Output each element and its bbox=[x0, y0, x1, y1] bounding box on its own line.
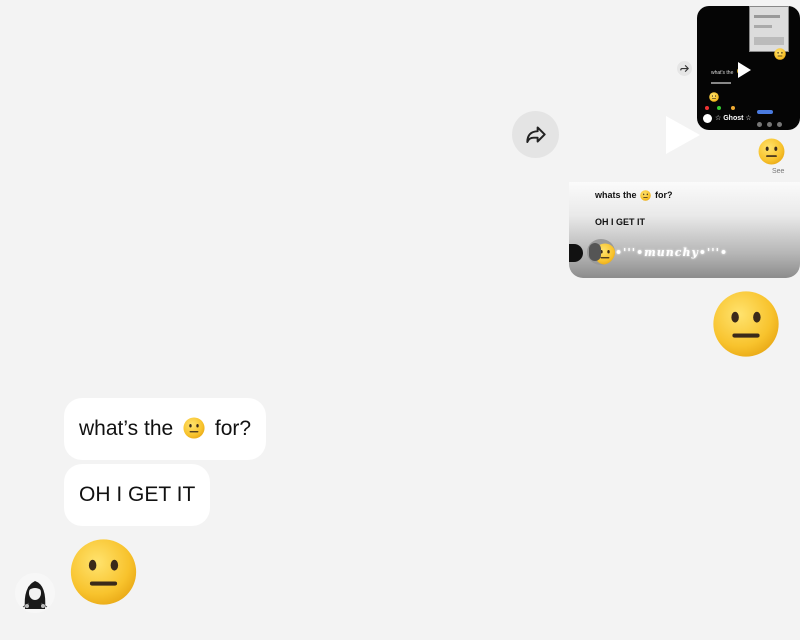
neutral-reaction-emoji[interactable] bbox=[758, 138, 785, 165]
neutral-emoji-icon bbox=[709, 92, 719, 102]
incoming-message-1[interactable]: what’s the for? bbox=[64, 398, 267, 460]
shared-reel-thumbnail[interactable]: what's the ☆ Ghost ☆ bbox=[697, 6, 800, 130]
preview-line1-prefix: whats the bbox=[595, 190, 637, 200]
reel-inset-screenshot bbox=[749, 6, 789, 52]
preview-avatar-edge bbox=[569, 244, 583, 262]
preview-line1-suffix: for? bbox=[655, 190, 673, 200]
preview-line2: OH I GET IT bbox=[595, 217, 646, 227]
share-button[interactable] bbox=[512, 111, 559, 158]
neutral-emoji-icon bbox=[640, 190, 651, 201]
preview-avatar bbox=[587, 239, 615, 265]
message-1-suffix: for? bbox=[214, 417, 252, 440]
reel-caption: what's the bbox=[711, 70, 734, 76]
incoming-message-2[interactable]: OH I GET IT bbox=[64, 464, 211, 526]
message-1-prefix: what’s the bbox=[79, 417, 174, 440]
neutral-face-emoji-message[interactable] bbox=[710, 290, 782, 358]
share-arrow-icon[interactable] bbox=[677, 61, 692, 76]
seen-label: See bbox=[772, 168, 785, 175]
neutral-emoji-icon bbox=[183, 417, 205, 439]
play-icon[interactable] bbox=[735, 60, 753, 80]
message-2-text: OH I GET IT bbox=[79, 483, 196, 506]
play-overlay-icon[interactable] bbox=[662, 114, 702, 156]
neutral-emoji-icon bbox=[774, 48, 786, 60]
neutral-face-emoji-message[interactable] bbox=[68, 538, 139, 606]
anime-girl-avatar-icon bbox=[15, 573, 55, 613]
sender-avatar[interactable] bbox=[15, 573, 55, 613]
preview-name-overlay: •'''•munchy•'''• bbox=[615, 246, 729, 259]
reply-preview-card[interactable]: whats the for? OH I GET IT •'''•munchy•'… bbox=[569, 182, 800, 278]
share-arrow-icon bbox=[525, 125, 546, 143]
reel-username: ☆ Ghost ☆ bbox=[715, 115, 752, 122]
